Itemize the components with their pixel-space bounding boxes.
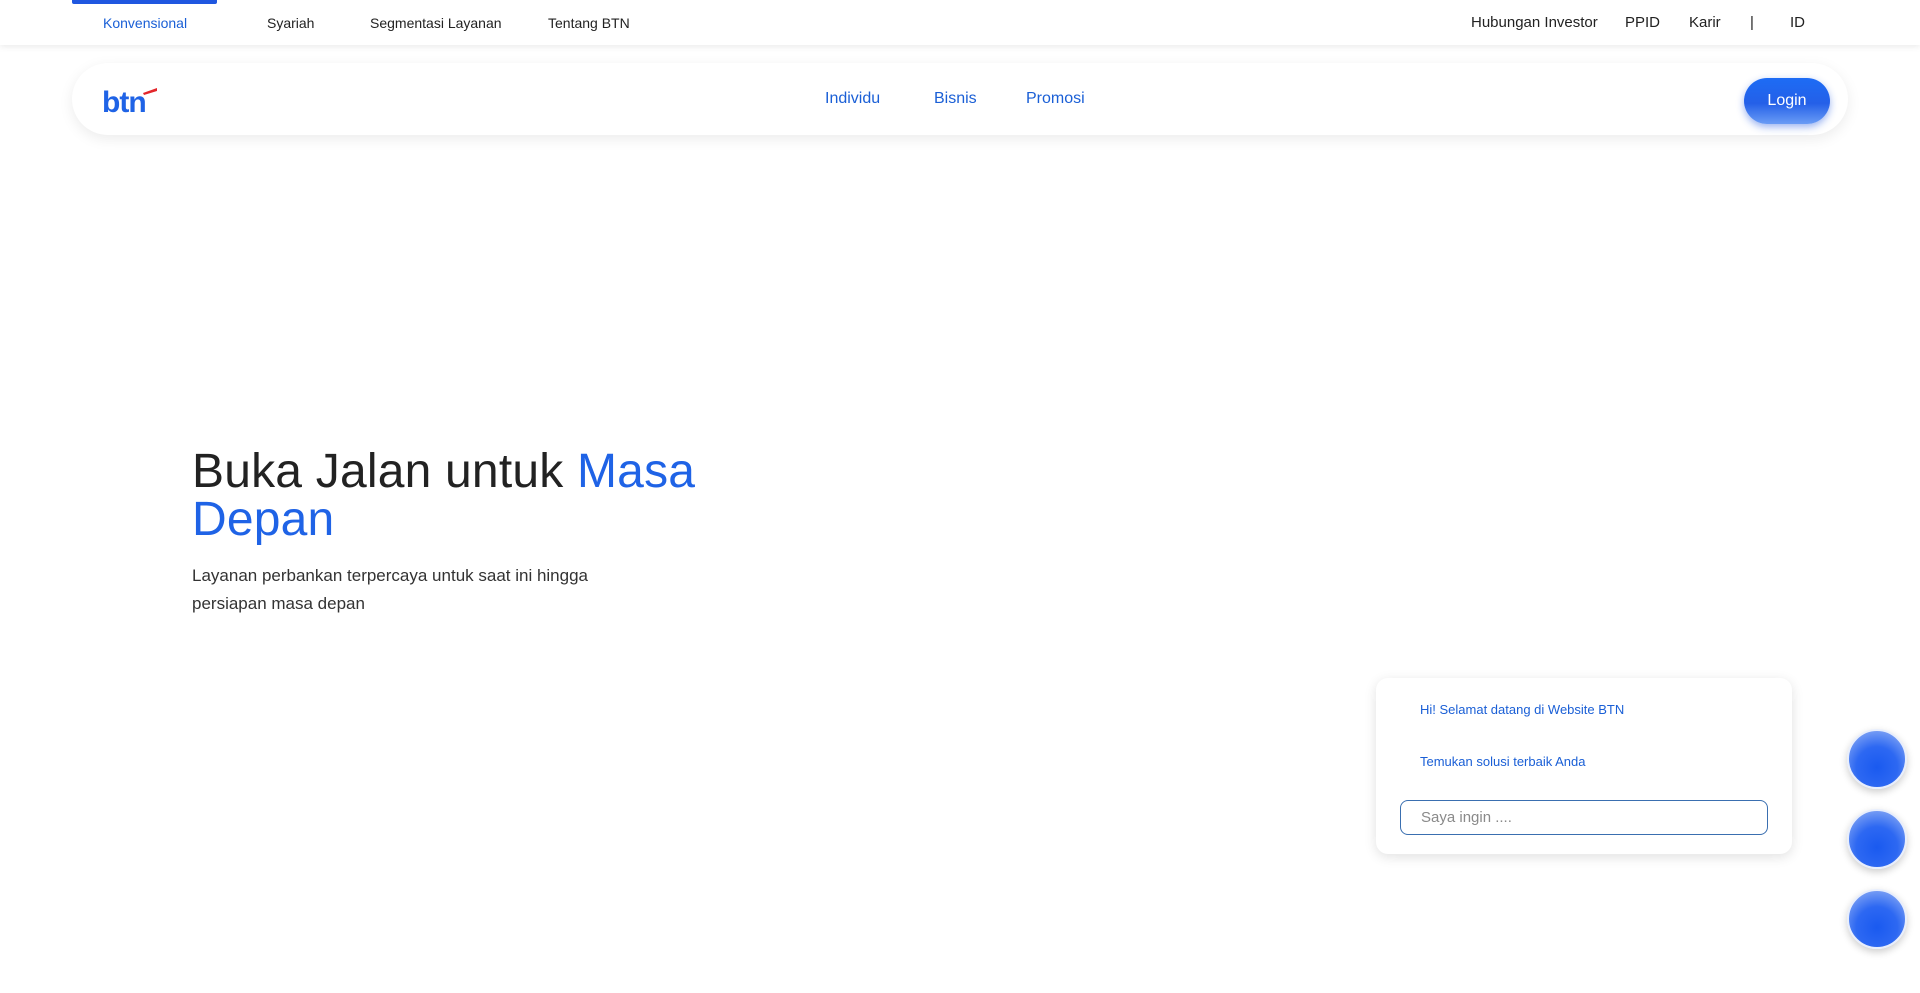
segment-tentang-btn[interactable]: Tentang BTN: [548, 0, 630, 45]
chat-greeting: Hi! Selamat datang di Website BTN: [1420, 702, 1625, 717]
chat-prompt: Temukan solusi terbaik Anda: [1420, 754, 1586, 769]
login-button[interactable]: Login: [1744, 78, 1830, 124]
top-utility-bar: Konvensional Syariah Segmentasi Layanan …: [0, 0, 1920, 45]
nav-promosi[interactable]: Promosi: [1026, 63, 1085, 135]
separator: |: [1750, 14, 1754, 31]
segment-konvensional[interactable]: Konvensional: [103, 0, 187, 45]
main-navbar: btn Individu Bisnis Promosi Login: [72, 63, 1848, 135]
chat-input[interactable]: [1400, 800, 1768, 835]
link-hubungan-investor[interactable]: Hubungan Investor: [1471, 0, 1598, 45]
segment-segmentasi-layanan[interactable]: Segmentasi Layanan: [370, 0, 502, 45]
hero-title: Buka Jalan untuk Masa Depan: [192, 448, 752, 544]
btn-logo[interactable]: btn: [102, 85, 162, 115]
chat-widget: Hi! Selamat datang di Website BTN Temuka…: [1376, 678, 1792, 854]
link-ppid[interactable]: PPID: [1625, 0, 1660, 45]
floating-action-button-1[interactable]: [1847, 729, 1907, 789]
hero-subtitle: Layanan perbankan terpercaya untuk saat …: [192, 566, 589, 613]
nav-individu[interactable]: Individu: [825, 63, 880, 135]
logo-text: btn: [102, 86, 146, 115]
hero-title-main: Buka Jalan untuk: [192, 445, 577, 498]
floating-action-button-2[interactable]: [1847, 809, 1907, 869]
floating-action-button-3[interactable]: [1847, 889, 1907, 949]
nav-bisnis[interactable]: Bisnis: [934, 63, 977, 135]
language-switcher[interactable]: ID: [1790, 0, 1805, 45]
segment-syariah[interactable]: Syariah: [267, 0, 314, 45]
link-karir[interactable]: Karir: [1689, 0, 1721, 45]
